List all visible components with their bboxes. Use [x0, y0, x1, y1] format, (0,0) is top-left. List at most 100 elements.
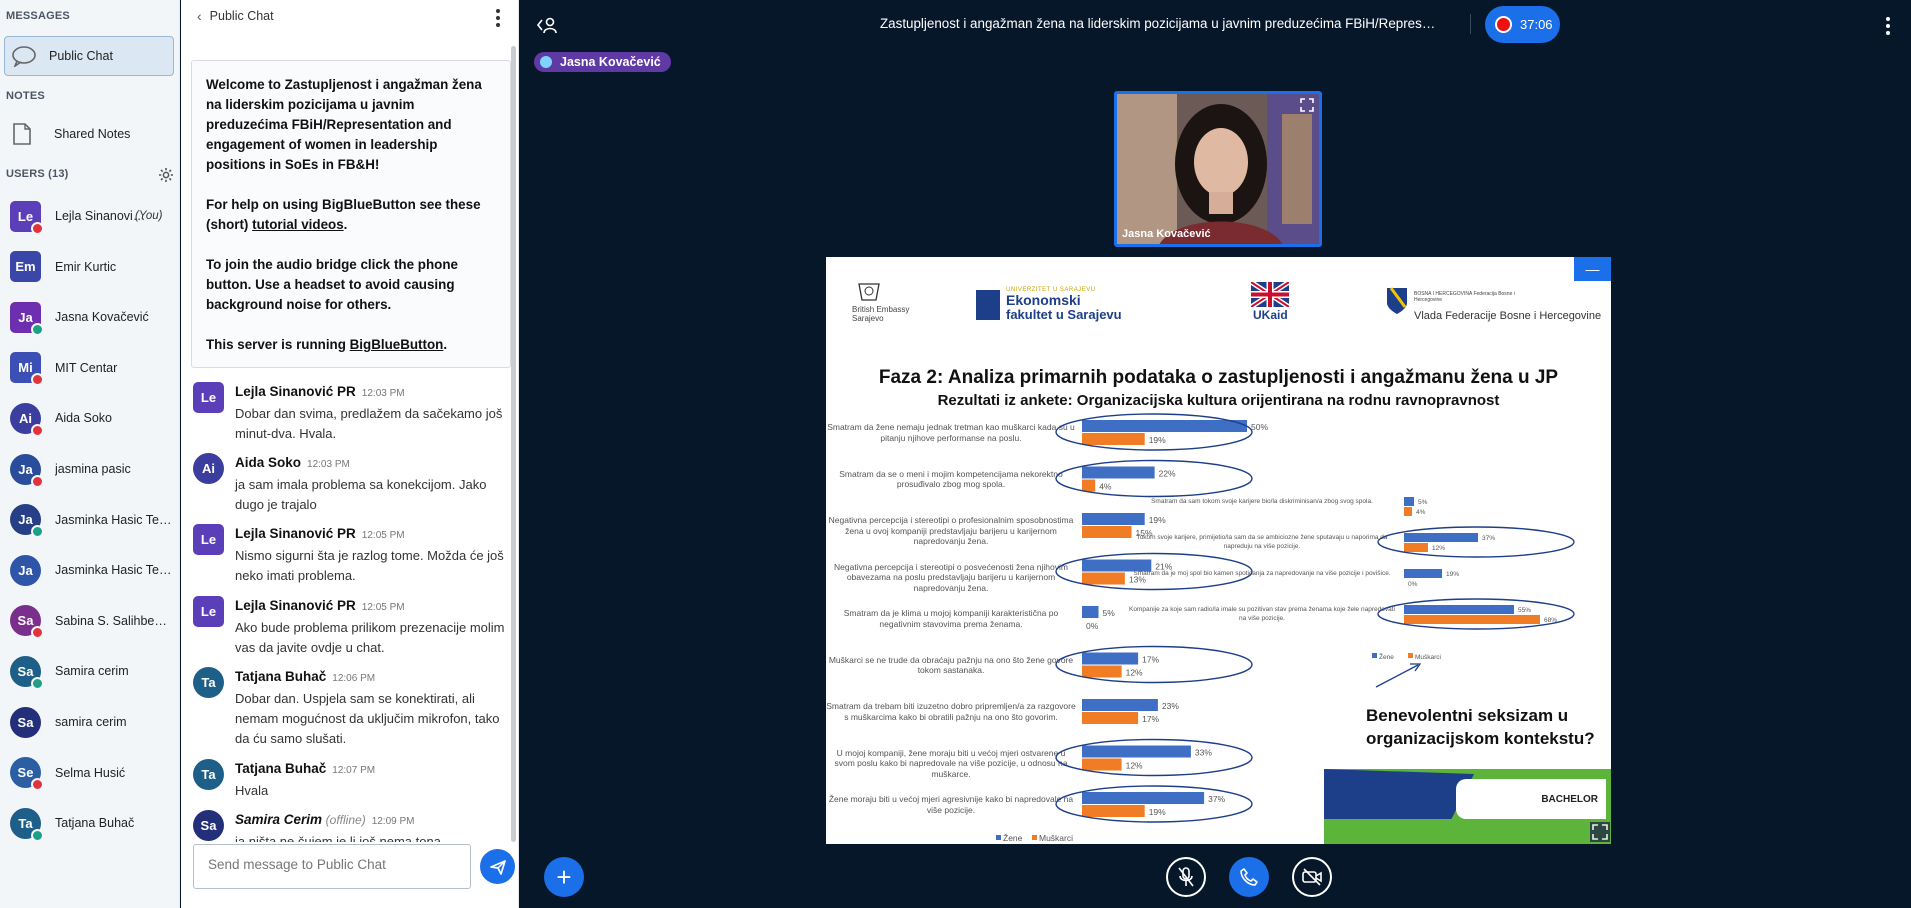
chat-title: Public Chat [209, 9, 274, 23]
user-name: Selma Husić [55, 765, 126, 780]
slide-banner-shape [1324, 769, 1474, 819]
chat-message-text: Hvala [235, 783, 269, 798]
talking-indicator[interactable]: Jasna Kovačević [534, 52, 671, 72]
user-list-item[interactable]: Se Selma Husić [10, 753, 178, 793]
chat-message-author: Lejla Sinanović PR [235, 384, 356, 399]
meeting-title: Zastupljenost i angažman žena na lidersk… [880, 16, 1440, 31]
bigbluebutton-link[interactable]: BigBlueButton [350, 337, 444, 352]
chevron-left-icon[interactable]: ‹ [197, 8, 202, 24]
user-list-item[interactable]: Sa Samira cerim [10, 651, 178, 691]
more-options-icon[interactable] [496, 9, 502, 27]
chat-message-body: Lejla Sinanović PR 12:05 PM Nismo sigurni … [235, 524, 505, 586]
user-status-icon [31, 221, 44, 235]
avatar: Le [193, 524, 224, 555]
you-label: (You) [135, 210, 163, 222]
chat-message-time: 12:06 PM [332, 673, 376, 684]
user-list-item[interactable]: Ta Tatjana Buhač [10, 803, 178, 843]
career-bar-chart: 5%4%37%12%19%0%55%68%Žene Muškarci [1372, 497, 1575, 661]
plus-icon: + [556, 862, 572, 892]
avatar: Le [10, 200, 44, 235]
legend-swatch [1372, 653, 1377, 658]
data-label: 37% [1482, 535, 1495, 542]
user-list-toggle-icon[interactable] [536, 16, 558, 34]
user-list-item[interactable]: Ja jasmina pasic [10, 449, 178, 489]
actions-button[interactable]: + [544, 857, 584, 897]
chat-icon [12, 46, 36, 67]
user-list-item[interactable]: Mi MIT Centar [10, 348, 178, 388]
notes-section-title: NOTES [6, 90, 45, 102]
user-list-item[interactable]: Le Lejla Sinanović … (You) [10, 196, 178, 236]
webcam-username: Jasna Kovačević [1122, 228, 1211, 240]
user-list-item[interactable]: Sa Sabina S. Salihbegovic [10, 601, 178, 641]
minimize-presentation-button[interactable]: — [1574, 257, 1611, 281]
webcam-image [1117, 94, 1319, 244]
bar-muskarci [1404, 543, 1428, 552]
public-chat-item[interactable]: Public Chat [4, 36, 174, 76]
avatar: Ja [10, 504, 44, 539]
record-icon [1495, 16, 1512, 33]
avatar: Sa [10, 605, 44, 640]
avatar: Ja [10, 554, 41, 586]
welcome-help-text: For help on using BigBlueButton see thes… [206, 197, 481, 232]
webcam-video[interactable]: Jasna Kovačević [1114, 91, 1322, 247]
avatar: Ai [10, 402, 44, 437]
chat-message-time: 12:07 PM [332, 765, 376, 776]
user-name: Jasminka Hasic Telal… [55, 512, 173, 527]
user-list-item[interactable]: Ai Aida Soko [10, 398, 178, 438]
tutorial-videos-link[interactable]: tutorial videos [252, 217, 344, 232]
presentation-slide[interactable]: British Embassy Sarajevo UNIVERZITET U S… [826, 257, 1611, 844]
chat-message: Ai Aida Soko 12:03 PM ja sam imala problema… [193, 453, 505, 515]
data-label: 4% [1416, 509, 1426, 516]
user-status-icon [31, 373, 44, 387]
presentation-fullscreen-button[interactable] [1590, 822, 1610, 842]
user-name: Jasminka Hasic Telal… [55, 563, 173, 578]
user-list-item[interactable]: Em Emir Kurtic [10, 247, 178, 287]
microphone-icon [540, 56, 552, 68]
shared-notes-label: Shared Notes [54, 127, 131, 141]
chat-header[interactable]: ‹ Public Chat [197, 8, 274, 24]
chat-message: Ta Tatjana Buhač 12:07 PM Hvala [193, 759, 505, 801]
accreditation-text: BACHELOR [1541, 793, 1598, 805]
bar-žene [1404, 533, 1478, 542]
divider [1470, 14, 1471, 34]
chat-message-body: Aida Soko 12:03 PM ja sam imala problema s… [235, 453, 505, 515]
chat-message-text: ja ništa ne čujem je li još nema tona [235, 834, 441, 842]
avatar: Ta [10, 807, 44, 842]
shared-notes-item[interactable]: Shared Notes [4, 114, 174, 154]
avatar: Ja [10, 301, 44, 336]
avatar: Sa [10, 706, 41, 738]
avatar: Le [193, 382, 224, 413]
user-list-item[interactable]: Ja Jasminka Hasic Telal… [10, 550, 178, 590]
more-options-icon[interactable] [1886, 17, 1890, 35]
offline-label: (offline) [325, 813, 366, 827]
avatar: Mi [10, 352, 44, 387]
mute-button[interactable] [1166, 857, 1206, 897]
user-status-icon [31, 423, 44, 437]
user-name: Samira cerim [55, 664, 129, 679]
chat-message-input[interactable]: Send message to Public Chat [193, 844, 471, 889]
recording-indicator[interactable]: 37:06 [1485, 6, 1560, 43]
user-list-item[interactable]: Ja Jasna Kovačević [10, 297, 178, 337]
user-status-icon [31, 778, 44, 792]
send-button[interactable] [480, 849, 515, 884]
chat-message-text: Dobar dan. Uspjela sam se konektirati, a… [235, 691, 500, 746]
chat-message-body: Lejla Sinanović PR 12:05 PM Ako bude probl… [235, 596, 505, 658]
user-list-item[interactable]: Sa samira cerim [10, 702, 178, 742]
chat-message-text: Dobar dan svima, predlažem da sačekamo j… [235, 406, 503, 441]
accreditation-badge: BACHELOR [1456, 779, 1606, 819]
share-webcam-button[interactable] [1292, 857, 1332, 897]
user-name: Emir Kurtic [55, 259, 117, 274]
fullscreen-icon [1592, 824, 1608, 840]
leave-audio-button[interactable] [1229, 857, 1269, 897]
user-list-item[interactable]: Ja Jasminka Hasic Telal… [10, 500, 178, 540]
data-label: 5% [1418, 499, 1428, 506]
gear-icon[interactable] [158, 167, 174, 183]
fullscreen-icon[interactable] [1300, 98, 1314, 112]
avatar: Em [10, 251, 41, 283]
chat-message-author: Samira Cerim [235, 812, 323, 827]
bar-muskarci [1404, 507, 1412, 516]
chat-scrollbar[interactable] [511, 46, 516, 842]
chat-message-time: 12:09 PM [371, 816, 415, 827]
user-name: Tatjana Buhač [55, 816, 135, 831]
arrow-icon [1375, 663, 1422, 688]
